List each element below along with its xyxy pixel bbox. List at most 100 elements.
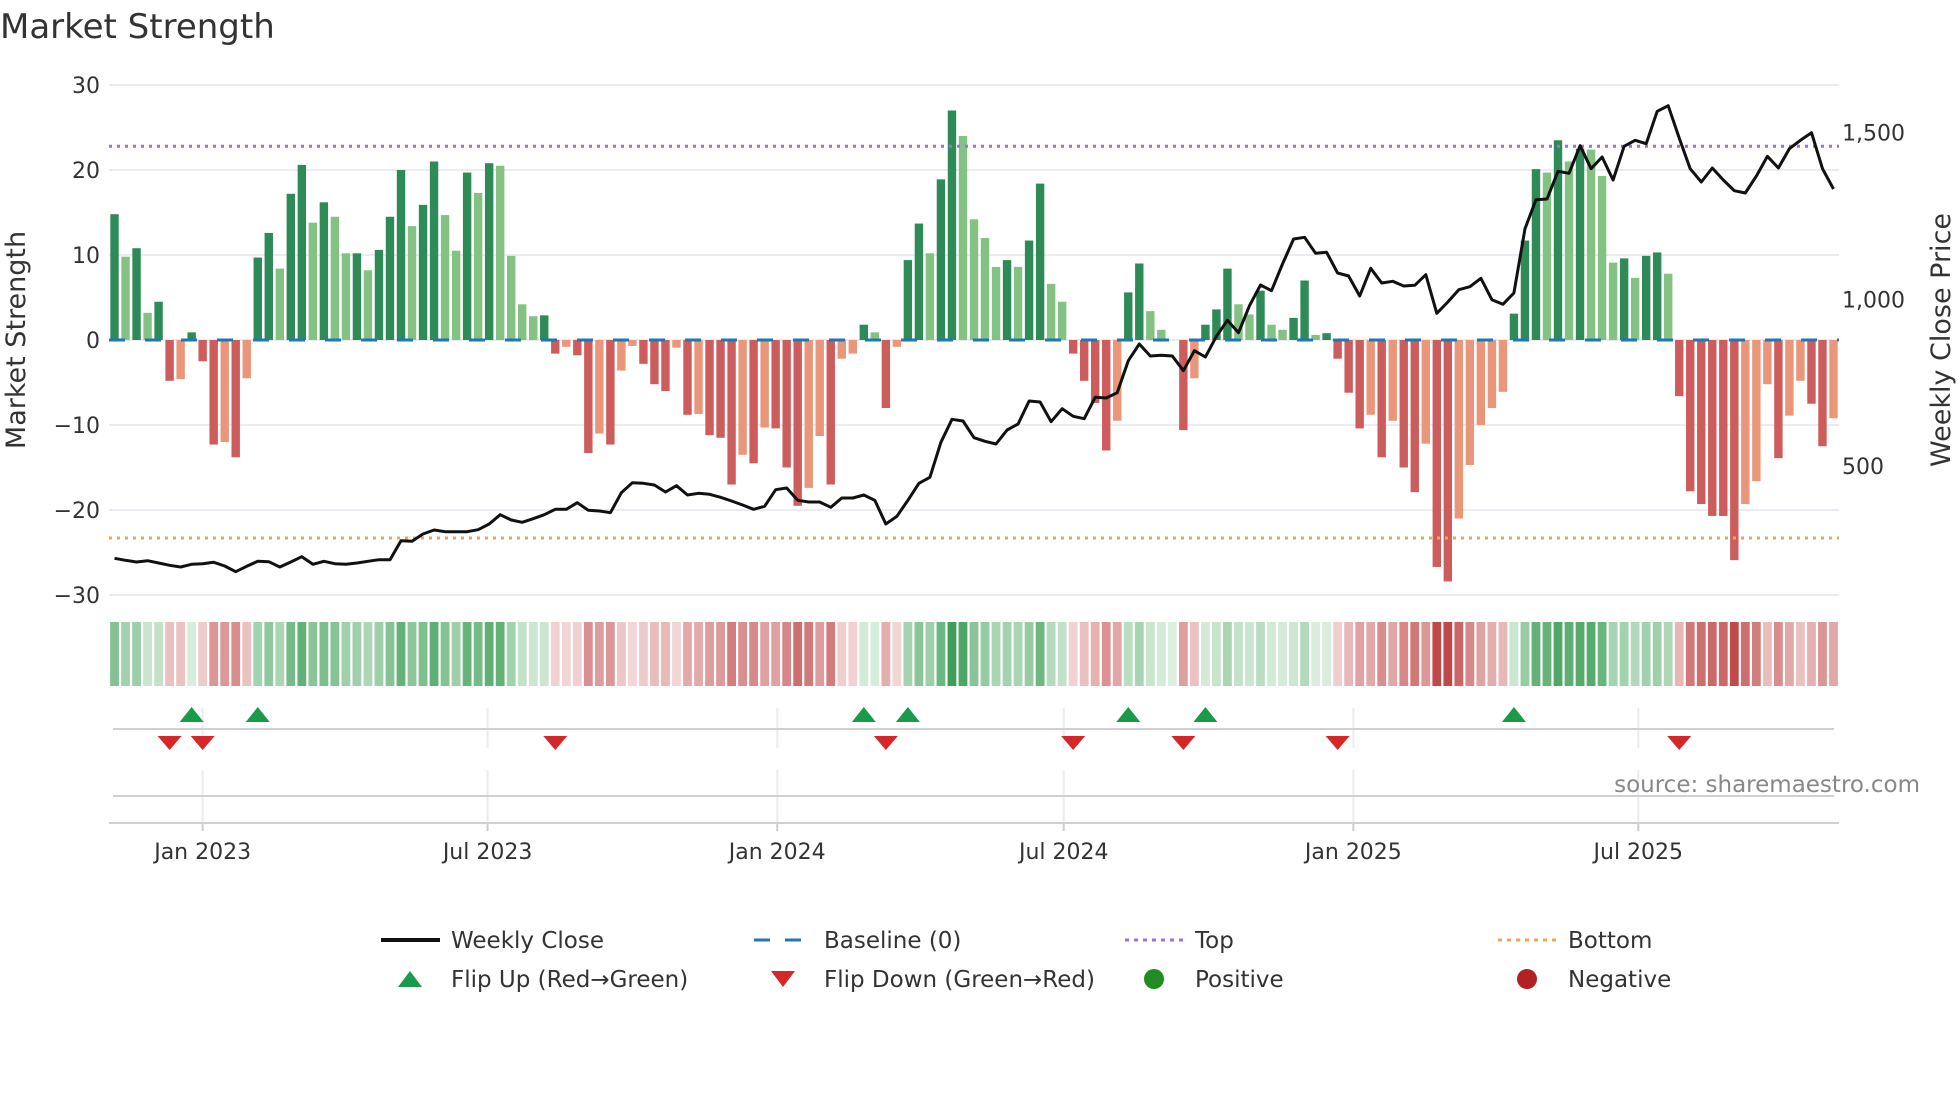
strength-cell [1322,622,1331,686]
negative-bar [1818,340,1826,446]
strength-cell [595,622,604,686]
positive-bar [904,260,912,340]
strength-cell [342,622,351,686]
negative-bar [639,340,647,364]
negative-bar [1719,340,1727,516]
strength-cell [110,622,119,686]
negative-bar [595,340,603,434]
negative-bar [661,340,669,391]
strength-cell [837,622,846,686]
strength-cell [231,622,240,686]
negative-bar [198,340,206,361]
strength-cell [143,622,152,686]
negative-bar [562,340,570,347]
strength-cell [826,622,835,686]
negative-bar [849,340,857,354]
positive-bar [1036,184,1044,340]
strength-cell [253,622,262,686]
negative-bar [694,340,702,414]
positive-bar [353,253,361,340]
negative-bar [1400,340,1408,468]
strength-cell [1763,622,1772,686]
x-tick-label: Jan 2024 [727,840,826,865]
positive-bar [1510,314,1518,340]
strength-cell [1047,622,1056,686]
positive-bar [331,217,339,340]
strength-cell [1686,622,1695,686]
positive-bar [1267,325,1275,340]
strength-cell [551,622,560,686]
positive-bar [981,238,989,340]
positive-bar [375,250,383,340]
legend-item-weekly-close: Weekly Close [381,928,604,954]
strength-cell [1190,622,1199,686]
negative-bar [838,340,846,359]
negative-bar [221,340,229,442]
x-tick-label: Jul 2023 [441,840,533,865]
strength-cell [1377,622,1386,686]
y-axis-title: Market Strength [1,231,32,449]
positive-bar [463,173,471,340]
positive-bar [1300,281,1308,341]
negative-bar [1796,340,1804,381]
strength-cell [727,622,736,686]
flip-down-marker [1061,736,1085,750]
strength-cell [1267,622,1276,686]
strength-cell [815,622,824,686]
strength-cell [937,622,946,686]
negative-bar [760,340,768,428]
strength-cell [353,622,362,686]
strength-cell [639,622,648,686]
negative-bar [1091,340,1099,403]
strength-cell [1014,622,1023,686]
strength-cell [1344,622,1353,686]
strength-cell [1465,622,1474,686]
strength-cell [1719,622,1728,686]
positive-bar [496,166,504,340]
negative-bar [882,340,890,408]
strength-cell [1829,622,1838,686]
negative-bar [1675,340,1683,396]
negative-bar [650,340,658,384]
positive-bar [441,215,449,340]
strength-cell [1135,622,1144,686]
strength-cell [1609,622,1618,686]
strength-cell [165,622,174,686]
strength-cell [573,622,582,686]
strength-cell [782,622,791,686]
negative-bar [573,340,581,355]
flip-down-marker [1171,736,1195,750]
strength-cell [1278,622,1287,686]
x-axis: Jan 2023Jul 2023Jan 2024Jul 2024Jan 2025… [109,823,1839,865]
strength-cell [1080,622,1089,686]
negative-bar [1433,340,1441,567]
strength-cell [220,622,229,686]
negative-bar [749,340,757,463]
positive-bar [1631,278,1639,340]
strength-cell [1421,622,1430,686]
negative-bar [1389,340,1397,421]
strength-cell [1289,622,1298,686]
strength-cell [485,622,494,686]
strength-cell [1499,622,1508,686]
triangle-down-icon [771,971,795,987]
y2-tick-label: 500 [1842,455,1884,480]
strength-cell [903,622,912,686]
positive-bar [309,223,317,340]
positive-bar [1058,302,1066,340]
strength-cell [672,622,681,686]
strength-cell [1620,622,1629,686]
legend-label: Top [1194,928,1234,954]
negative-bar [1411,340,1419,492]
negative-bar [1069,340,1077,354]
negative-bar [1080,340,1088,381]
flip-up-marker [246,707,270,722]
strength-cell [1256,622,1265,686]
strength-cell [1653,622,1662,686]
positive-bar [1135,264,1143,341]
strength-cell [1025,622,1034,686]
strength-cell [1091,622,1100,686]
positive-bar [970,219,978,340]
x-tick-label: Jul 2024 [1017,840,1109,865]
strength-cell [430,622,439,686]
